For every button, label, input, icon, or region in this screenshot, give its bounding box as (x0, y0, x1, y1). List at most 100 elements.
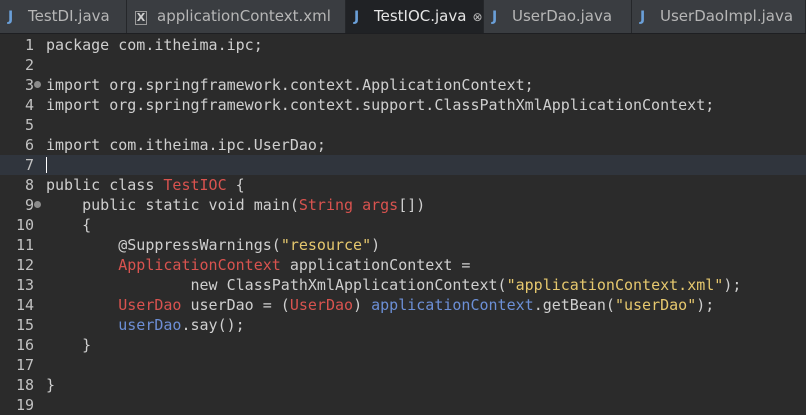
code-token: new ClassPathXmlApplicationContext( (46, 276, 507, 294)
code-token: } (46, 376, 56, 394)
code-token: package com.itheima.ipc; (46, 36, 263, 54)
code-token: "applicationContext.xml" (506, 276, 724, 294)
code-editor[interactable]: 1 package com.itheima.ipc; 2 3 import org.sp… (0, 34, 806, 414)
code-token: { (226, 176, 245, 194)
code-token: .getBean( (533, 296, 615, 314)
code-token: { (46, 216, 92, 234)
code-text: import org.springframework.context.Appli… (46, 75, 534, 95)
line-number: 8 (24, 176, 34, 194)
code-line[interactable]: 14 UserDao userDao = (UserDao) applicati… (0, 295, 806, 315)
code-token: args (362, 196, 399, 214)
code-text: } (46, 335, 91, 355)
code-line[interactable]: 4 import org.springframework.context.supp… (0, 95, 806, 115)
code-text: import com.itheima.ipc.UserDao; (46, 135, 326, 155)
fold-toggle-icon[interactable] (34, 81, 41, 88)
tab-testdi-java[interactable]: J TestDI.java (0, 0, 127, 33)
xml-file-icon: X (135, 11, 147, 25)
code-token: userDao = ( (181, 296, 290, 314)
code-text: package com.itheima.ipc; (46, 35, 263, 55)
line-number: 10 (15, 216, 34, 234)
code-token: UserDao (46, 296, 182, 314)
tab-label: UserDaoImpl.java (660, 7, 794, 25)
code-text: ApplicationContext applicationContext = (46, 255, 470, 275)
code-token: applicationContext (371, 296, 534, 314)
code-text: UserDao userDao = (UserDao) applicationC… (46, 295, 714, 315)
code-text: { (46, 215, 91, 235)
java-file-icon: J (8, 9, 14, 25)
code-line[interactable]: 9 public static void main(String args[]) (0, 195, 806, 215)
code-line[interactable]: 2 (0, 55, 806, 75)
line-number: 19 (15, 396, 34, 414)
line-number: 14 (15, 296, 34, 314)
java-file-icon: J (640, 9, 646, 25)
line-number: 16 (15, 336, 34, 354)
line-number: 1 (24, 36, 34, 54)
tab-testioc-java[interactable]: J TestIOC.java ⊗ (346, 0, 484, 33)
code-line[interactable]: 16 } (0, 335, 806, 355)
code-token: ApplicationContext (46, 256, 281, 274)
tab-label: TestDI.java (28, 7, 110, 25)
code-token: import org.springframework.context.Appli… (46, 76, 534, 94)
code-token: applicationContext = (280, 256, 471, 274)
tab-applicationcontext-xml[interactable]: XapplicationContext.xml (127, 0, 346, 33)
code-text: @SuppressWarnings("resource") (46, 235, 380, 255)
code-text: public static void main(String args[]) (46, 195, 425, 215)
line-number: 11 (15, 236, 34, 254)
code-token: } (46, 336, 92, 354)
code-line[interactable]: 12 ApplicationContext applicationContext… (0, 255, 806, 275)
text-caret (46, 157, 47, 173)
line-number: 18 (15, 376, 34, 394)
code-line[interactable]: 13 new ClassPathXmlApplicationContext("a… (0, 275, 806, 295)
line-number: 5 (24, 116, 34, 134)
code-line[interactable]: 5 (0, 115, 806, 135)
line-number: 12 (15, 256, 34, 274)
code-line[interactable]: 11 @SuppressWarnings("resource") (0, 235, 806, 255)
code-token: String (298, 196, 354, 214)
line-number: 2 (24, 56, 34, 74)
code-line[interactable]: 18} (0, 375, 806, 395)
code-line[interactable]: 6 import com.itheima.ipc.UserDao; (0, 135, 806, 155)
code-token: @SuppressWarnings( (46, 236, 281, 254)
code-token: ); (723, 276, 742, 294)
java-file-icon: J (492, 9, 498, 25)
tab-label: applicationContext.xml (157, 7, 331, 25)
line-number: 7 (24, 156, 34, 174)
code-line[interactable]: 10 { (0, 215, 806, 235)
code-token: UserDao (289, 296, 354, 314)
tab-label: TestIOC.java (374, 7, 467, 25)
close-icon[interactable]: ⊗ (472, 10, 482, 24)
code-token: import com.itheima.ipc.UserDao; (46, 136, 326, 154)
code-line[interactable]: 19 (0, 395, 806, 415)
code-text: public class TestIOC { (46, 175, 245, 195)
tab-userdaoimpl-java[interactable]: J UserDaoImpl.java (632, 0, 806, 33)
code-text: new ClassPathXmlApplicationContext("appl… (46, 275, 741, 295)
line-number: 3 (24, 76, 34, 94)
code-line[interactable]: 17 (0, 355, 806, 375)
code-token: import org.springframework.context.suppo… (46, 96, 715, 114)
tab-label: UserDao.java (512, 7, 613, 25)
fold-toggle-icon[interactable] (34, 201, 41, 208)
code-token: []) (398, 196, 426, 214)
code-token: public static void main( (46, 196, 299, 214)
code-line[interactable]: 8 public class TestIOC { (0, 175, 806, 195)
code-token: "userDao" (614, 296, 697, 314)
code-line[interactable]: 3 import org.springframework.context.Appl… (0, 75, 806, 95)
line-number: 13 (15, 276, 34, 294)
code-token: ) (353, 296, 372, 314)
code-token: .say(); (181, 316, 245, 334)
code-line[interactable]: 1 package com.itheima.ipc; (0, 35, 806, 55)
code-token: TestIOC (163, 176, 227, 194)
java-file-icon: J (354, 9, 360, 25)
line-number: 17 (15, 356, 34, 374)
tab-userdao-java[interactable]: J UserDao.java (484, 0, 632, 33)
code-token: ); (696, 296, 715, 314)
line-number: 9 (24, 196, 34, 214)
code-line[interactable]: 7 (0, 155, 806, 175)
line-number: 15 (15, 316, 34, 334)
code-line[interactable]: 15 userDao.say(); (0, 315, 806, 335)
line-number: 4 (24, 96, 34, 114)
code-text: userDao.say(); (46, 315, 245, 335)
editor-tab-bar: J TestDI.java XapplicationContext.xml J Test… (0, 0, 806, 34)
line-number: 6 (24, 136, 34, 154)
